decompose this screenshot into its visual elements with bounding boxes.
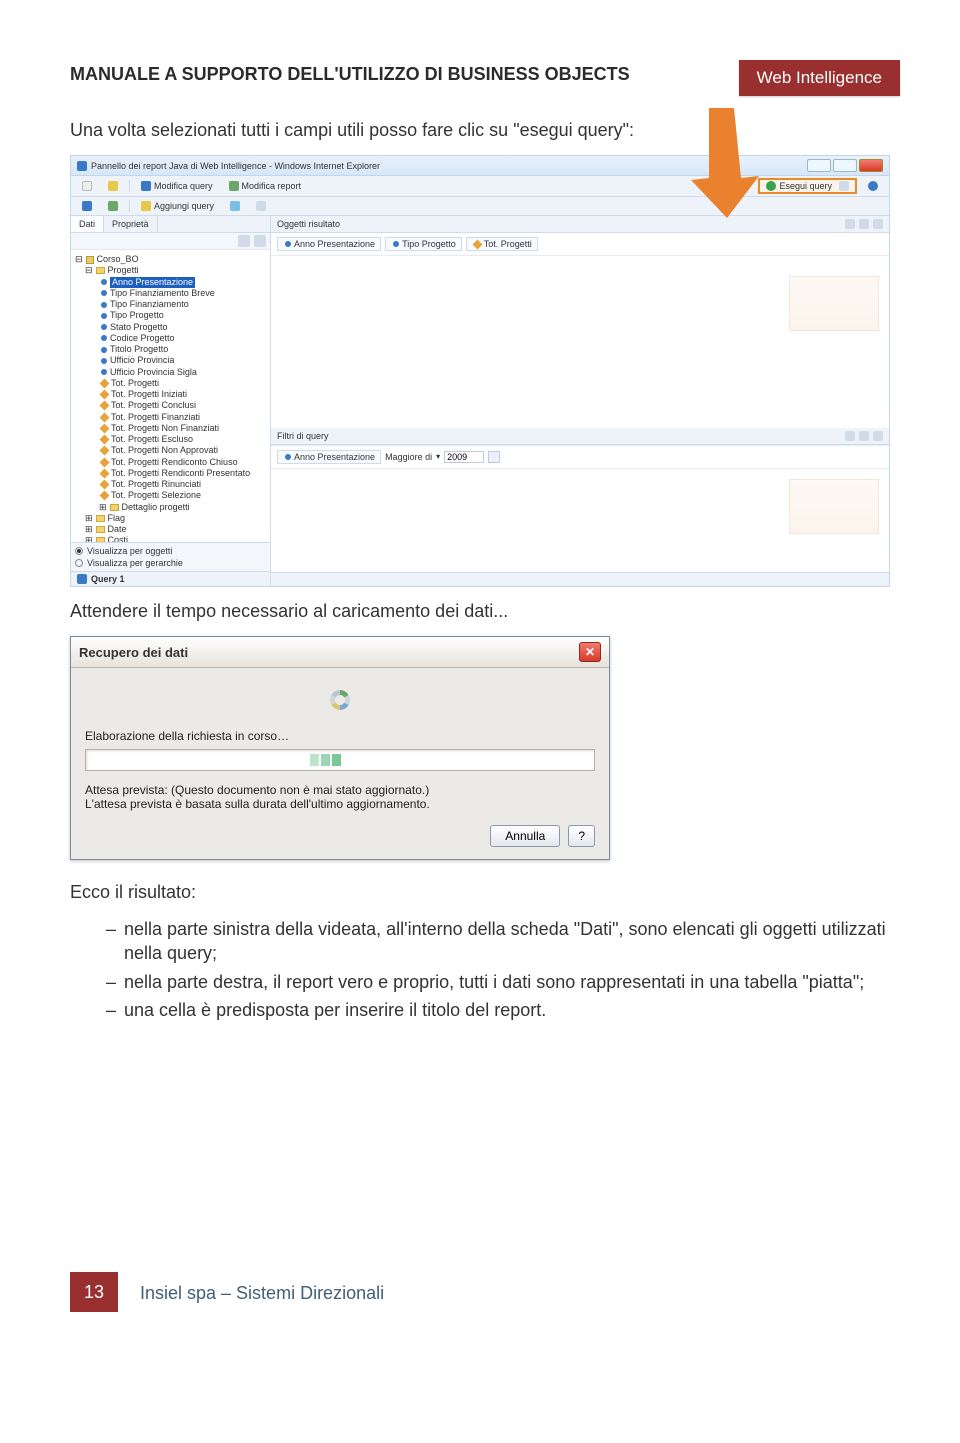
dimension-icon	[101, 279, 107, 285]
panel-icon[interactable]	[845, 431, 855, 441]
paragraph: Attendere il tempo necessario al caricam…	[70, 601, 890, 622]
filter-prompt-icon[interactable]	[488, 451, 500, 463]
window-maximize-button[interactable]	[833, 159, 857, 172]
result-objects-area[interactable]: Anno Presentazione Tipo Progetto Tot. Pr…	[271, 233, 889, 256]
ghost-placeholder	[789, 479, 879, 534]
dialog-title: Recupero dei dati	[79, 645, 188, 660]
panel-icon[interactable]	[859, 431, 869, 441]
horizontal-scrollbar[interactable]	[271, 572, 889, 586]
bullet-item: una cella è predisposta per inserire il …	[124, 998, 546, 1022]
query-tab[interactable]: Query 1	[71, 571, 270, 586]
view-by-hierarchies-radio[interactable]: Visualizza per gerarchie	[75, 557, 266, 569]
toolbar-icon[interactable]	[77, 199, 97, 213]
screenshot-query-panel: Pannello dei report Java di Web Intellig…	[70, 155, 890, 587]
window-titlebar: Pannello dei report Java di Web Intellig…	[71, 156, 889, 176]
run-query-options-icon[interactable]	[839, 181, 849, 191]
tree-tool-icon[interactable]	[254, 235, 266, 247]
toolbar-help[interactable]	[863, 179, 883, 193]
dialog-wait-line1: Attesa prevista: (Questo documento non è…	[85, 783, 595, 797]
run-query-button[interactable]: Esegui query	[758, 178, 857, 194]
panel-icon[interactable]	[873, 219, 883, 229]
dialog-close-button[interactable]: ✕	[579, 642, 601, 662]
dialog-cancel-button[interactable]: Annulla	[490, 825, 560, 847]
section-badge: Web Intelligence	[739, 60, 900, 96]
spinner-icon	[85, 682, 595, 729]
bullet-item: nella parte sinistra della videata, all'…	[124, 917, 890, 966]
result-chip[interactable]: Tipo Progetto	[385, 237, 462, 251]
panel-icon[interactable]	[845, 219, 855, 229]
edit-report-button[interactable]: Modifica report	[224, 179, 307, 193]
run-icon	[766, 181, 776, 191]
toolbar-secondary: Aggiungi query	[71, 197, 889, 216]
edit-query-button[interactable]: Modifica query	[136, 179, 218, 193]
footer-org: Insiel spa – Sistemi Direzionali	[140, 1283, 384, 1304]
add-query-button[interactable]: Aggiungi query	[136, 199, 219, 213]
progress-bar	[85, 749, 595, 771]
folder-icon	[96, 267, 105, 274]
panel-icon[interactable]	[859, 219, 869, 229]
view-by-objects-radio[interactable]: Visualizza per oggetti	[75, 545, 266, 557]
toolbar-new[interactable]	[77, 179, 97, 193]
tab-data[interactable]: Dati	[71, 216, 104, 232]
paragraph: Ecco il risultato:	[70, 882, 890, 903]
toolbar-icon[interactable]	[103, 199, 123, 213]
toolbar-open[interactable]	[103, 179, 123, 193]
dialog-help-button[interactable]: ?	[568, 825, 595, 847]
result-objects-header: Oggetti risultato	[271, 216, 889, 233]
filter-operator[interactable]: Maggiore di	[385, 452, 432, 462]
universe-tree[interactable]: ⊟Corso_BO ⊟Progetti Anno Presentazione T…	[71, 250, 270, 542]
universe-panel: Dati Proprietà ⊟Corso_BO ⊟Progetti Anno …	[71, 216, 271, 586]
toolbar-icon[interactable]	[251, 199, 271, 213]
dialog-message: Elaborazione della richiesta in corso…	[85, 729, 595, 743]
panel-icon[interactable]	[873, 431, 883, 441]
cube-icon	[86, 256, 94, 264]
callout-arrow	[679, 108, 759, 220]
tab-properties[interactable]: Proprietà	[104, 216, 158, 232]
filter-value-input[interactable]	[444, 451, 484, 463]
toolbar-primary: Modifica query Modifica report Esegui qu…	[71, 176, 889, 197]
window-title: Pannello dei report Java di Web Intellig…	[91, 161, 380, 171]
measure-icon	[100, 378, 110, 388]
close-icon: ✕	[585, 645, 595, 659]
result-chip[interactable]: Anno Presentazione	[277, 237, 381, 251]
window-minimize-button[interactable]	[807, 159, 831, 172]
result-chip[interactable]: Tot. Progetti	[466, 237, 538, 251]
doc-title: MANUALE A SUPPORTO DELL'UTILIZZO DI BUSI…	[70, 60, 739, 96]
ie-icon	[77, 161, 87, 171]
query-filters-header: Filtri di query	[271, 428, 889, 445]
toolbar-icon[interactable]	[225, 199, 245, 213]
bullet-item: nella parte destra, il report vero e pro…	[124, 970, 864, 994]
page-number: 13	[70, 1272, 118, 1312]
dialog-wait-line2: L'attesa prevista è basata sulla durata …	[85, 797, 595, 811]
tree-item-selected: Anno Presentazione	[110, 277, 195, 288]
filter-row[interactable]: Anno Presentazione Maggiore di ▾	[271, 445, 889, 469]
query-icon	[77, 574, 87, 584]
paragraph: Una volta selezionati tutti i campi util…	[70, 120, 890, 141]
loading-dialog: Recupero dei dati ✕ Elaborazione della r…	[70, 636, 610, 860]
window-close-button[interactable]	[859, 159, 883, 172]
ghost-placeholder	[789, 276, 879, 331]
tree-tool-icon[interactable]	[238, 235, 250, 247]
